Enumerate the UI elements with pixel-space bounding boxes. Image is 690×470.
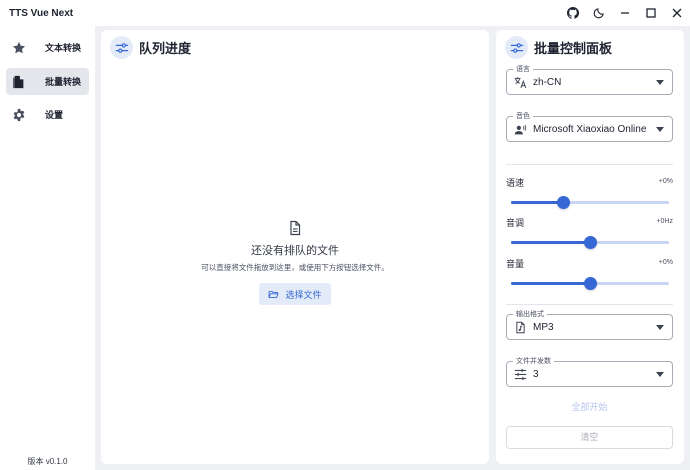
output-format-value: MP3 (533, 322, 554, 333)
output-format-select[interactable]: 输出格式 MP3 (506, 310, 673, 340)
language-select[interactable]: 语言 zh-CN (506, 65, 673, 95)
translate-icon (514, 76, 527, 89)
language-label: 语言 (513, 65, 533, 74)
empty-subtitle: 可以直接将文件拖放到这里，或使用下方按钮选择文件。 (201, 263, 389, 272)
file-icon (12, 75, 26, 89)
concurrency-select[interactable]: 文件并发数 3 (506, 357, 673, 387)
speed-value: +0% (658, 178, 673, 185)
empty-state: 还没有排队的文件 可以直接将文件拖放到这里，或使用下方按钮选择文件。 选择文件 (101, 220, 489, 305)
speed-label: 语速 (506, 178, 525, 188)
document-icon (287, 220, 303, 236)
audio-file-icon (514, 321, 527, 334)
batch-control-panel: 批量控制面板 语言 zh-CN 音色 Microsoft Xiaoxiao On… (496, 30, 684, 464)
sidebar-item-batch-convert[interactable]: 批量转换 (6, 68, 89, 95)
version-label: 版本 v0.1.0 (27, 457, 68, 466)
sidebar-item-label: 文本转换 (45, 43, 82, 53)
chevron-down-icon (656, 372, 664, 377)
sidebar-item-settings[interactable]: 设置 (6, 101, 89, 128)
voice-select[interactable]: 音色 Microsoft Xiaoxiao Online (506, 112, 673, 142)
speed-slider[interactable] (511, 196, 669, 209)
sidebar-item-label: 设置 (45, 110, 64, 120)
pitch-value: +0Hz (656, 218, 673, 225)
github-icon[interactable] (560, 0, 586, 26)
slider-thumb[interactable] (584, 277, 597, 290)
voice-value: Microsoft Xiaoxiao Online (533, 124, 647, 135)
volume-label: 音量 (506, 259, 525, 269)
app-window: TTS Vue Next 文本转换 批量转换 设置 版本 v0.1.0 队列进度… (0, 0, 690, 470)
language-value: zh-CN (533, 77, 562, 88)
divider (506, 304, 673, 305)
slider-thumb[interactable] (557, 196, 571, 209)
star-icon (12, 41, 26, 55)
sidebar-item-text-convert[interactable]: 文本转换 (6, 34, 89, 61)
sidebar-item-label: 批量转换 (45, 77, 82, 87)
close-icon[interactable] (664, 0, 690, 26)
maximize-icon[interactable] (638, 0, 664, 26)
divider (506, 164, 673, 165)
slider-fill (511, 282, 590, 285)
chevron-down-icon (656, 127, 664, 132)
minimize-icon[interactable] (612, 0, 638, 26)
slider-fill (511, 241, 590, 244)
sliders-icon (514, 368, 527, 381)
app-title: TTS Vue Next (9, 7, 74, 19)
tune-icon (505, 36, 528, 59)
control-header: 批量控制面板 (505, 36, 612, 59)
start-all-button[interactable]: 全部开始 (506, 400, 673, 416)
concurrency-label: 文件并发数 (513, 357, 554, 366)
slider-fill (511, 201, 564, 204)
queue-header: 队列进度 (110, 36, 191, 59)
queue-panel: 队列进度 还没有排队的文件 可以直接将文件拖放到这里，或使用下方按钮选择文件。 … (101, 30, 489, 464)
pitch-slider[interactable] (511, 236, 669, 249)
concurrency-value: 3 (533, 369, 539, 380)
sidebar: 文本转换 批量转换 设置 版本 v0.1.0 (0, 26, 95, 470)
gear-icon (12, 108, 26, 122)
voice-label: 音色 (513, 112, 533, 121)
pick-file-button[interactable]: 选择文件 (259, 283, 331, 305)
pitch-label: 音调 (506, 218, 525, 228)
control-title: 批量控制面板 (534, 41, 613, 56)
output-format-label: 输出格式 (513, 310, 547, 319)
empty-title: 还没有排队的文件 (251, 245, 339, 257)
title-bar: TTS Vue Next (0, 0, 690, 26)
pick-file-label: 选择文件 (285, 289, 322, 300)
dark-mode-icon[interactable] (586, 0, 612, 26)
tune-icon (110, 36, 133, 59)
volume-value: +0% (658, 259, 673, 266)
queue-title: 队列进度 (139, 41, 192, 56)
volume-slider[interactable] (511, 277, 669, 290)
chevron-down-icon (656, 80, 664, 85)
slider-thumb[interactable] (584, 236, 597, 249)
window-controls (560, 0, 690, 26)
chevron-down-icon (656, 325, 664, 330)
voice-person-icon (514, 123, 527, 136)
folder-open-icon (269, 290, 280, 298)
clear-button[interactable]: 清空 (506, 426, 673, 449)
